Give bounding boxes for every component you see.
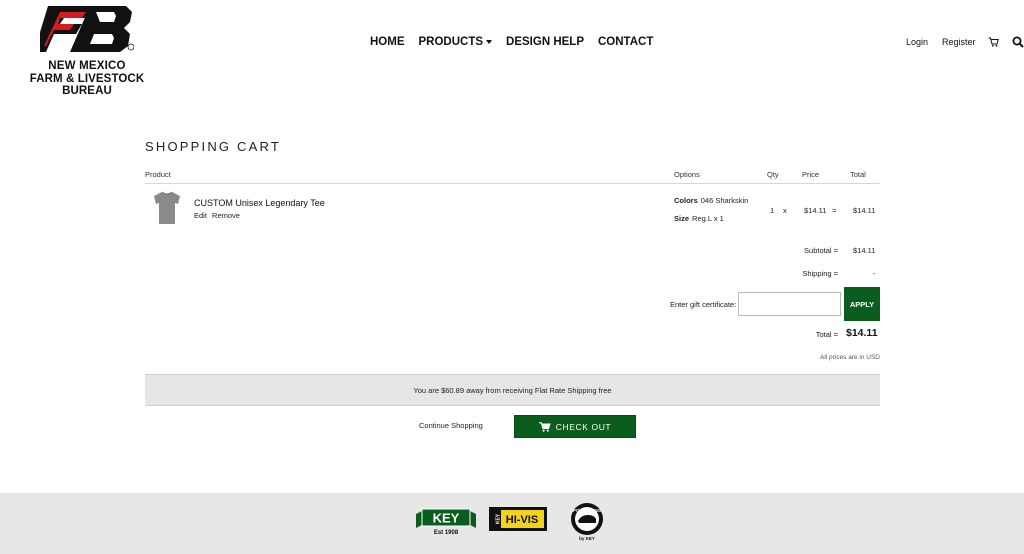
- login-link[interactable]: Login: [906, 37, 928, 47]
- gift-certificate-input[interactable]: [738, 292, 841, 316]
- column-options: Options: [674, 170, 700, 179]
- currency-note: All prices are in USD: [820, 354, 880, 361]
- edit-link[interactable]: Edit: [194, 211, 207, 220]
- option-colors: Colors 046 Sharkskin: [674, 196, 748, 205]
- checkout-label: CHECK OUT: [555, 421, 612, 432]
- tshirt-thumbnail-icon[interactable]: [153, 191, 181, 225]
- nav-home[interactable]: HOME: [370, 36, 405, 48]
- site-header: NEW MEXICO FARM & LIVESTOCK BUREAU HOME …: [0, 0, 1024, 97]
- brand-polar-king-sub: by KEY: [579, 536, 595, 541]
- logo-title-line2: FARM & LIVESTOCK BUREAU: [29, 73, 145, 97]
- brand-polar-king[interactable]: POLAR KING by KEY: [566, 501, 608, 543]
- option-size: Size Reg.L x 1: [674, 214, 724, 223]
- nav-products[interactable]: PRODUCTS: [419, 36, 493, 48]
- brand-hi-vis-word: HI-VIS: [506, 514, 538, 526]
- column-total: Total: [850, 170, 866, 179]
- apply-button[interactable]: APPLY: [844, 287, 880, 321]
- option-colors-label: Colors: [674, 196, 698, 205]
- shipping-promo-banner: You are $60.89 away from receiving Flat …: [145, 374, 880, 406]
- item-times: x: [783, 206, 787, 215]
- product-actions: Edit Remove: [194, 211, 243, 220]
- header-divider: [145, 183, 880, 184]
- total-label: Total =: [815, 330, 838, 339]
- option-colors-value: 046 Sharkskin: [700, 196, 749, 205]
- continue-shopping-link[interactable]: Continue Shopping: [419, 421, 483, 430]
- caret-down-icon: [486, 40, 493, 44]
- site-footer: KEY Est 1908 KEY HI-VIS POLAR KING by KE…: [0, 493, 1024, 554]
- brand-hi-vis-sub: KEY: [496, 513, 502, 524]
- brand-key-sub: Est 1908: [434, 530, 459, 536]
- option-size-value: Reg.L x 1: [692, 214, 724, 223]
- nav-design-help[interactable]: DESIGN HELP: [506, 36, 584, 48]
- brand-key[interactable]: KEY Est 1908: [416, 507, 476, 537]
- fb-logo-mark-icon: [40, 6, 134, 52]
- column-qty: Qty: [767, 170, 779, 179]
- shipping-value: -: [873, 269, 876, 278]
- item-price: $14.11: [804, 206, 827, 215]
- column-price: Price: [802, 170, 820, 179]
- option-size-label: Size: [674, 214, 690, 223]
- page-title: SHOPPING CART: [145, 139, 281, 154]
- shipping-label: Shipping =: [802, 269, 838, 278]
- gift-certificate-label: Enter gift certificate:: [670, 300, 737, 309]
- item-qty: 1: [770, 206, 775, 215]
- cart-icon[interactable]: [988, 37, 999, 47]
- total-value: $14.11: [846, 327, 878, 339]
- nav-products-label: PRODUCTS: [418, 36, 484, 48]
- item-equals: =: [832, 206, 837, 215]
- brand-hi-vis[interactable]: KEY HI-VIS: [488, 505, 550, 535]
- register-link[interactable]: Register: [942, 37, 976, 47]
- shipping-promo-text: You are $60.89 away from receiving Flat …: [413, 385, 612, 395]
- subtotal-label: Subtotal =: [804, 246, 838, 255]
- remove-link[interactable]: Remove: [212, 211, 240, 220]
- item-total: $14.11: [853, 206, 876, 215]
- search-icon[interactable]: [1012, 36, 1024, 48]
- cart-icon: [538, 421, 551, 432]
- logo-title-line1: NEW MEXICO: [48, 60, 126, 72]
- product-name[interactable]: CUSTOM Unisex Legendary Tee: [194, 198, 325, 208]
- nav-contact[interactable]: CONTACT: [598, 36, 653, 48]
- nmflb-logo[interactable]: NEW MEXICO FARM & LIVESTOCK BUREAU: [4, 6, 162, 97]
- brand-key-word: KEY: [433, 511, 460, 526]
- subtotal-value: $14.11: [853, 246, 876, 255]
- brand-polar-king-word: POLAR KING: [573, 508, 602, 513]
- checkout-button[interactable]: CHECK OUT: [514, 415, 636, 438]
- column-product: Product: [145, 170, 171, 179]
- main-nav: HOME PRODUCTS DESIGN HELP CONTACT: [370, 36, 667, 48]
